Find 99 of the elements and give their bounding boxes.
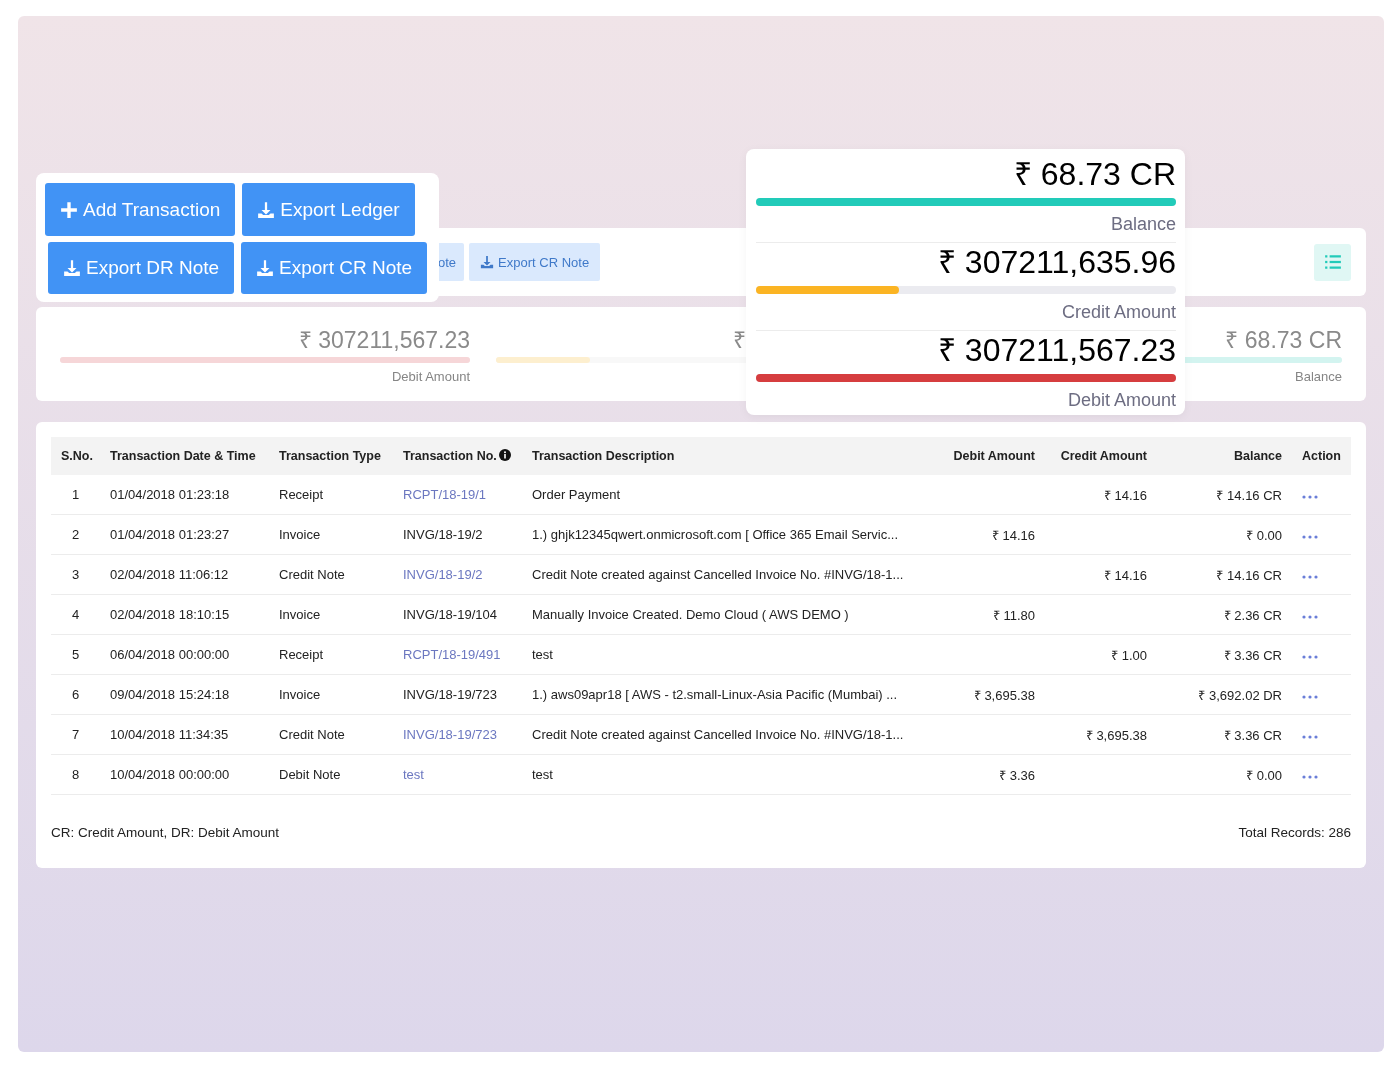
table-cell: Credit Note created against Cancelled Invoice No. #INVG/18-1... xyxy=(522,714,938,755)
list-icon xyxy=(1323,253,1342,271)
table-cell: Order Payment xyxy=(522,475,938,515)
action-button[interactable]: Export CR Note xyxy=(241,242,428,294)
table-cell: Receipt xyxy=(269,475,393,515)
more-icon[interactable] xyxy=(1302,693,1318,701)
table-cell: Invoice xyxy=(269,674,393,715)
table-cell: 06/04/2018 00:00:00 xyxy=(100,634,269,675)
table-cell: 02/04/2018 18:10:15 xyxy=(100,594,269,635)
plus-icon xyxy=(60,200,78,219)
download-icon xyxy=(256,259,275,277)
total-amount: ₹ 68.73 CR xyxy=(1013,155,1176,193)
table-cell: ₹ 0.00 xyxy=(1157,754,1292,795)
column-header: Transaction Description xyxy=(522,437,938,475)
table-cell: Manually Invoice Created. Demo Cloud ( AWS DEMO ) xyxy=(522,594,938,635)
table-cell: ₹ 0.00 xyxy=(1157,514,1292,555)
table-cell: Credit Note xyxy=(269,554,393,595)
table-cell: Debit Note xyxy=(269,754,393,795)
summary-amount: ₹ 307211,567.23 xyxy=(298,326,470,355)
table-cell: ₹ 3,692.02 DR xyxy=(1157,674,1292,715)
table-cell: 4 xyxy=(51,594,100,635)
total-amount: ₹ 307211,635.96 xyxy=(937,243,1176,281)
total-amount: ₹ 307211,567.23 xyxy=(937,331,1176,369)
transaction-number: INVG/18-19/723 xyxy=(403,687,497,702)
info-icon xyxy=(498,449,511,461)
export-button[interactable]: Export CR Note xyxy=(469,243,601,281)
download-icon xyxy=(257,200,276,219)
transaction-link[interactable]: INVG/18-19/723 xyxy=(403,727,497,742)
summary-amount: ₹ 68.73 CR xyxy=(1225,326,1342,355)
credit-amount: ₹ 1.00 xyxy=(1111,647,1147,663)
transaction-link[interactable]: RCPT/18-19/1 xyxy=(403,487,487,502)
table-cell: 8 xyxy=(51,754,100,795)
table-cell: ₹ 14.16 CR xyxy=(1157,554,1292,595)
debit-amount: ₹ 14.16 xyxy=(991,527,1035,543)
table-cell: Invoice xyxy=(269,514,393,555)
more-icon[interactable] xyxy=(1302,733,1318,741)
transaction-number: INVG/18-19/2 xyxy=(403,527,483,542)
table-cell: ₹ 2.36 CR xyxy=(1157,594,1292,635)
more-icon[interactable] xyxy=(1302,533,1318,541)
table-cell: Invoice xyxy=(269,594,393,635)
table-cell: Receipt xyxy=(269,634,393,675)
more-icon[interactable] xyxy=(1302,613,1318,621)
total-label: Balance xyxy=(1110,214,1176,235)
transaction-number: INVG/18-19/104 xyxy=(403,607,497,622)
more-icon[interactable] xyxy=(1302,573,1318,581)
table-cell: test xyxy=(522,634,938,675)
table-cell: 01/04/2018 01:23:27 xyxy=(100,514,269,555)
table-cell: 10/04/2018 00:00:00 xyxy=(100,754,269,795)
table-cell: 02/04/2018 11:06:12 xyxy=(100,554,269,595)
total-label: Credit Amount xyxy=(1061,302,1176,323)
table-cell: test xyxy=(522,754,938,795)
debit-amount: ₹ 3.36 xyxy=(999,767,1035,783)
table-cell: ₹ 3.36 CR xyxy=(1157,634,1292,675)
column-header: Debit Amount xyxy=(938,437,1045,475)
action-button[interactable]: Export Ledger xyxy=(242,183,415,236)
table-cell: 1 xyxy=(51,475,100,515)
column-header: Transaction Date & Time xyxy=(100,437,269,475)
table-cell: 3 xyxy=(51,554,100,595)
table-cell: 2 xyxy=(51,514,100,555)
column-header: Credit Amount xyxy=(1045,437,1157,475)
download-icon xyxy=(480,255,495,269)
transaction-link[interactable]: test xyxy=(403,767,424,782)
more-icon[interactable] xyxy=(1302,493,1318,501)
legend-text: CR: Credit Amount, DR: Debit Amount xyxy=(51,825,280,840)
download-icon xyxy=(63,259,81,277)
debit-amount: ₹ 11.80 xyxy=(992,607,1035,623)
action-button[interactable]: Add Transaction xyxy=(45,183,236,236)
credit-amount: ₹ 14.16 xyxy=(1103,487,1147,503)
credit-amount: ₹ 3,695.38 xyxy=(1085,727,1147,743)
total-records: Total Records: 286 xyxy=(1238,825,1351,840)
table-cell: 10/04/2018 11:34:35 xyxy=(100,714,269,755)
summary-label: Debit Amount xyxy=(391,369,470,384)
action-button[interactable]: Export DR Note xyxy=(48,242,235,294)
table-cell: 01/04/2018 01:23:18 xyxy=(100,475,269,515)
column-header: Transaction No. xyxy=(393,437,522,475)
column-header: S.No. xyxy=(51,437,100,475)
table-cell: ₹ 14.16 CR xyxy=(1157,475,1292,515)
table-cell: Credit Note created against Cancelled Invoice No. #INVG/18-1... xyxy=(522,554,938,595)
more-icon[interactable] xyxy=(1302,653,1318,661)
summary-amount: ₹ xyxy=(733,326,746,355)
table-cell: 5 xyxy=(51,634,100,675)
transaction-link[interactable]: INVG/18-19/2 xyxy=(403,567,483,582)
column-header: Balance xyxy=(1157,437,1292,475)
table-cell: 1.) ghjk12345qwert.onmicrosoft.com [ Office 365 Email Servic... xyxy=(522,514,938,555)
column-header: Action xyxy=(1292,437,1351,475)
table-cell: ₹ 3.36 CR xyxy=(1157,714,1292,755)
more-icon[interactable] xyxy=(1302,773,1318,781)
transaction-link[interactable]: RCPT/18-19/491 xyxy=(403,647,501,662)
column-header: Transaction Type xyxy=(269,437,393,475)
table-cell: 1.) aws09apr18 [ AWS - t2.small-Linux-Asia Pacific (Mumbai) ... xyxy=(522,674,938,715)
table-cell: 6 xyxy=(51,674,100,715)
credit-amount: ₹ 14.16 xyxy=(1103,567,1147,583)
table-cell: Credit Note xyxy=(269,714,393,755)
table-cell: 09/04/2018 15:24:18 xyxy=(100,674,269,715)
table-cell: 7 xyxy=(51,714,100,755)
summary-label: Balance xyxy=(1295,369,1342,384)
total-label: Debit Amount xyxy=(1067,390,1176,411)
debit-amount: ₹ 3,695.38 xyxy=(973,687,1035,703)
list-view-button[interactable] xyxy=(1314,243,1351,281)
